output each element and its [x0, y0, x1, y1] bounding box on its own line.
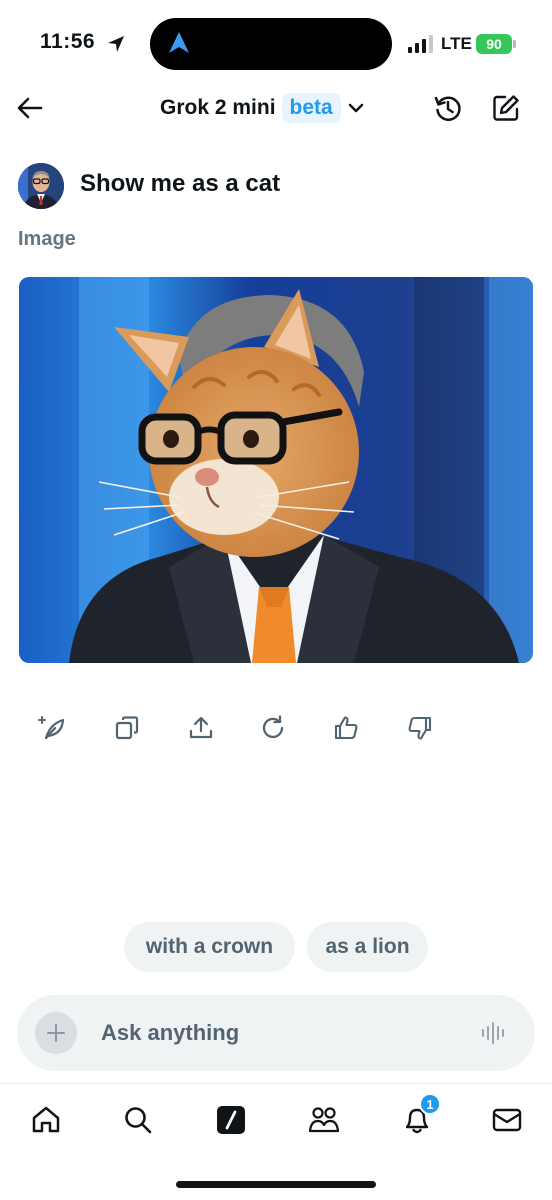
generated-cat-image [19, 277, 533, 663]
status-time: 11:56 [40, 30, 96, 53]
share-icon [189, 716, 213, 739]
dynamic-island [150, 18, 392, 70]
user-avatar[interactable] [18, 163, 64, 209]
compose-icon [493, 95, 519, 121]
search-icon [125, 1107, 152, 1134]
back-button[interactable] [10, 88, 50, 128]
attach-button[interactable] [35, 1012, 77, 1054]
message-actions [0, 706, 552, 750]
suggestion-chip-lion[interactable]: as a lion [307, 922, 428, 972]
home-icon [32, 1106, 60, 1133]
share-button[interactable] [179, 706, 223, 750]
tab-search[interactable] [116, 1098, 160, 1142]
tab-notifications[interactable]: 1 [395, 1093, 441, 1142]
model-selector[interactable]: Grok 2 mini beta [160, 88, 365, 128]
status-bar: 11:56 LTE 90 [0, 0, 552, 80]
model-name: Grok 2 mini [160, 96, 276, 119]
tab-grok[interactable] [209, 1098, 253, 1142]
refresh-icon [262, 715, 284, 739]
tab-home[interactable] [24, 1098, 68, 1142]
battery-level: 90 [486, 36, 502, 52]
user-message: Show me as a cat [80, 170, 281, 197]
communities-icon [308, 1107, 340, 1133]
response-label: Image [18, 228, 76, 250]
battery-cap [513, 40, 516, 48]
copy-icon [115, 716, 139, 740]
copy-button[interactable] [105, 706, 149, 750]
chat-input[interactable]: Ask anything [101, 1020, 239, 1046]
location-arrow-icon [108, 36, 124, 52]
notification-badge: 1 [419, 1093, 441, 1115]
back-arrow-icon [17, 97, 43, 119]
signal-icon [408, 35, 433, 53]
plus-icon [47, 1024, 65, 1042]
chevron-down-icon [348, 103, 363, 113]
regenerate-sparkle-icon [38, 716, 65, 740]
tab-messages[interactable] [485, 1098, 529, 1142]
thumbs-down-button[interactable] [398, 706, 442, 750]
suggestion-chip-crown[interactable]: with a crown [124, 922, 295, 972]
battery-icon: 90 [476, 34, 512, 54]
voice-waveform-icon [482, 1022, 504, 1044]
regenerate-button[interactable] [30, 706, 74, 750]
voice-button[interactable] [475, 1015, 511, 1051]
refresh-button[interactable] [251, 706, 295, 750]
tab-communities[interactable] [302, 1098, 346, 1142]
compose-button[interactable] [486, 88, 526, 128]
home-indicator[interactable] [176, 1181, 376, 1188]
messages-icon [492, 1108, 522, 1132]
thumbs-down-icon [408, 716, 432, 740]
chat-input-bar[interactable]: Ask anything [17, 995, 535, 1071]
grok-icon [217, 1106, 245, 1134]
network-type: LTE [441, 34, 472, 53]
generated-image[interactable] [19, 277, 533, 663]
avatar-image [18, 163, 64, 209]
beta-badge: beta [281, 93, 341, 123]
navigation-icon [169, 32, 189, 53]
thumbs-up-icon [334, 716, 358, 740]
history-button[interactable] [428, 88, 468, 128]
history-icon [434, 96, 461, 121]
thumbs-up-button[interactable] [324, 706, 368, 750]
